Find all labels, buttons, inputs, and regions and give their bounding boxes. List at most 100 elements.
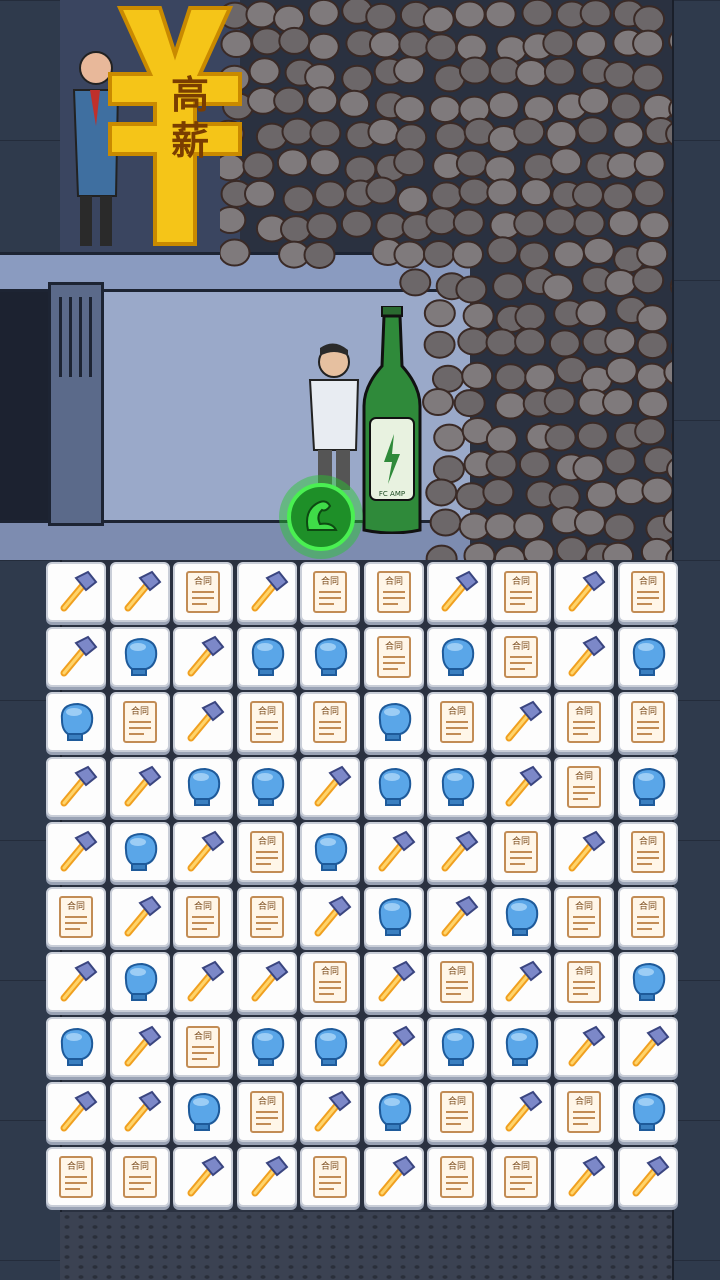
tile-hammer[interactable]: [554, 627, 614, 687]
tile-hammer[interactable]: [617, 1017, 678, 1077]
tile-hammer[interactable]: [236, 952, 297, 1012]
tile-hammer[interactable]: [173, 692, 233, 752]
tile-hammer[interactable]: [46, 822, 106, 882]
tile-contract[interactable]: 合同: [363, 562, 424, 622]
tile-boxing-glove[interactable]: [109, 952, 170, 1012]
tile-contract[interactable]: 合同: [554, 757, 614, 817]
tile-contract[interactable]: 合同: [173, 1017, 233, 1077]
tile-contract[interactable]: 合同: [173, 887, 233, 947]
tile-boxing-glove[interactable]: [363, 757, 424, 817]
tile-hammer[interactable]: [427, 822, 487, 882]
tile-contract[interactable]: 合同: [46, 1147, 106, 1207]
tile-contract[interactable]: 合同: [363, 627, 424, 687]
tile-hammer[interactable]: [173, 1147, 233, 1207]
tile-boxing-glove[interactable]: [363, 887, 424, 947]
tile-hammer[interactable]: [490, 692, 551, 752]
tile-hammer[interactable]: [109, 1017, 170, 1077]
tile-contract[interactable]: 合同: [427, 692, 487, 752]
tile-boxing-glove[interactable]: [490, 1017, 551, 1077]
tile-hammer[interactable]: [490, 1082, 551, 1142]
tile-boxing-glove[interactable]: [46, 692, 106, 752]
tile-contract[interactable]: 合同: [236, 1082, 297, 1142]
tile-hammer[interactable]: [427, 887, 487, 947]
tile-hammer[interactable]: [363, 1147, 424, 1207]
tile-boxing-glove[interactable]: [300, 627, 360, 687]
tile-contract[interactable]: 合同: [300, 692, 360, 752]
tile-boxing-glove[interactable]: [236, 627, 297, 687]
tile-hammer[interactable]: [300, 1082, 360, 1142]
tile-hammer[interactable]: [300, 887, 360, 947]
tile-hammer[interactable]: [300, 757, 360, 817]
tile-contract[interactable]: 合同: [554, 1082, 614, 1142]
tile-contract[interactable]: 合同: [490, 562, 551, 622]
tile-contract[interactable]: 合同: [490, 822, 551, 882]
tile-contract[interactable]: 合同: [427, 1147, 487, 1207]
tile-contract[interactable]: 合同: [300, 1147, 360, 1207]
tile-hammer[interactable]: [109, 887, 170, 947]
tile-contract[interactable]: 合同: [554, 692, 614, 752]
tile-boxing-glove[interactable]: [617, 627, 678, 687]
tile-contract[interactable]: 合同: [617, 887, 678, 947]
tile-hammer[interactable]: [490, 952, 551, 1012]
tile-boxing-glove[interactable]: [236, 1017, 297, 1077]
tile-boxing-glove[interactable]: [363, 692, 424, 752]
tile-hammer[interactable]: [109, 757, 170, 817]
tile-hammer[interactable]: [554, 562, 614, 622]
tile-contract[interactable]: 合同: [617, 562, 678, 622]
tile-contract[interactable]: 合同: [617, 822, 678, 882]
tile-hammer[interactable]: [46, 627, 106, 687]
tile-boxing-glove[interactable]: [427, 1017, 487, 1077]
tile-hammer[interactable]: [236, 1147, 297, 1207]
tile-contract[interactable]: 合同: [554, 952, 614, 1012]
tile-boxing-glove[interactable]: [363, 1082, 424, 1142]
tile-contract[interactable]: 合同: [554, 887, 614, 947]
tile-contract[interactable]: 合同: [427, 1082, 487, 1142]
tile-hammer[interactable]: [554, 1147, 614, 1207]
tile-boxing-glove[interactable]: [617, 757, 678, 817]
tile-hammer[interactable]: [46, 757, 106, 817]
tile-contract[interactable]: 合同: [173, 562, 233, 622]
tile-boxing-glove[interactable]: [427, 627, 487, 687]
tile-boxing-glove[interactable]: [300, 1017, 360, 1077]
tile-contract[interactable]: 合同: [236, 887, 297, 947]
tile-contract[interactable]: 合同: [490, 627, 551, 687]
tile-hammer[interactable]: [490, 757, 551, 817]
tile-hammer[interactable]: [173, 952, 233, 1012]
tile-boxing-glove[interactable]: [617, 952, 678, 1012]
tile-boxing-glove[interactable]: [236, 757, 297, 817]
tile-contract[interactable]: 合同: [236, 822, 297, 882]
tile-hammer[interactable]: [617, 1147, 678, 1207]
tile-contract[interactable]: 合同: [617, 692, 678, 752]
tile-hammer[interactable]: [46, 952, 106, 1012]
tile-hammer[interactable]: [363, 952, 424, 1012]
tile-hammer[interactable]: [554, 1017, 614, 1077]
tile-contract[interactable]: 合同: [109, 1147, 170, 1207]
tile-contract[interactable]: 合同: [109, 692, 170, 752]
tile-boxing-glove[interactable]: [173, 1082, 233, 1142]
tile-contract[interactable]: 合同: [300, 952, 360, 1012]
tile-contract[interactable]: 合同: [46, 887, 106, 947]
tile-hammer[interactable]: [554, 822, 614, 882]
tile-hammer[interactable]: [109, 1082, 170, 1142]
tile-boxing-glove[interactable]: [109, 822, 170, 882]
tile-boxing-glove[interactable]: [46, 1017, 106, 1077]
tile-boxing-glove[interactable]: [173, 757, 233, 817]
tile-boxing-glove[interactable]: [617, 1082, 678, 1142]
tile-boxing-glove[interactable]: [300, 822, 360, 882]
tile-contract[interactable]: 合同: [490, 1147, 551, 1207]
tile-hammer[interactable]: [363, 1017, 424, 1077]
tile-hammer[interactable]: [236, 562, 297, 622]
tile-hammer[interactable]: [109, 562, 170, 622]
tile-hammer[interactable]: [427, 562, 487, 622]
tile-boxing-glove[interactable]: [427, 757, 487, 817]
tile-boxing-glove[interactable]: [109, 627, 170, 687]
strength-power-button[interactable]: [276, 472, 366, 560]
tile-contract[interactable]: 合同: [236, 692, 297, 752]
tile-hammer[interactable]: [46, 1082, 106, 1142]
tile-hammer[interactable]: [46, 562, 106, 622]
tile-contract[interactable]: 合同: [300, 562, 360, 622]
tile-hammer[interactable]: [173, 627, 233, 687]
tile-hammer[interactable]: [173, 822, 233, 882]
tile-hammer[interactable]: [363, 822, 424, 882]
tile-boxing-glove[interactable]: [490, 887, 551, 947]
